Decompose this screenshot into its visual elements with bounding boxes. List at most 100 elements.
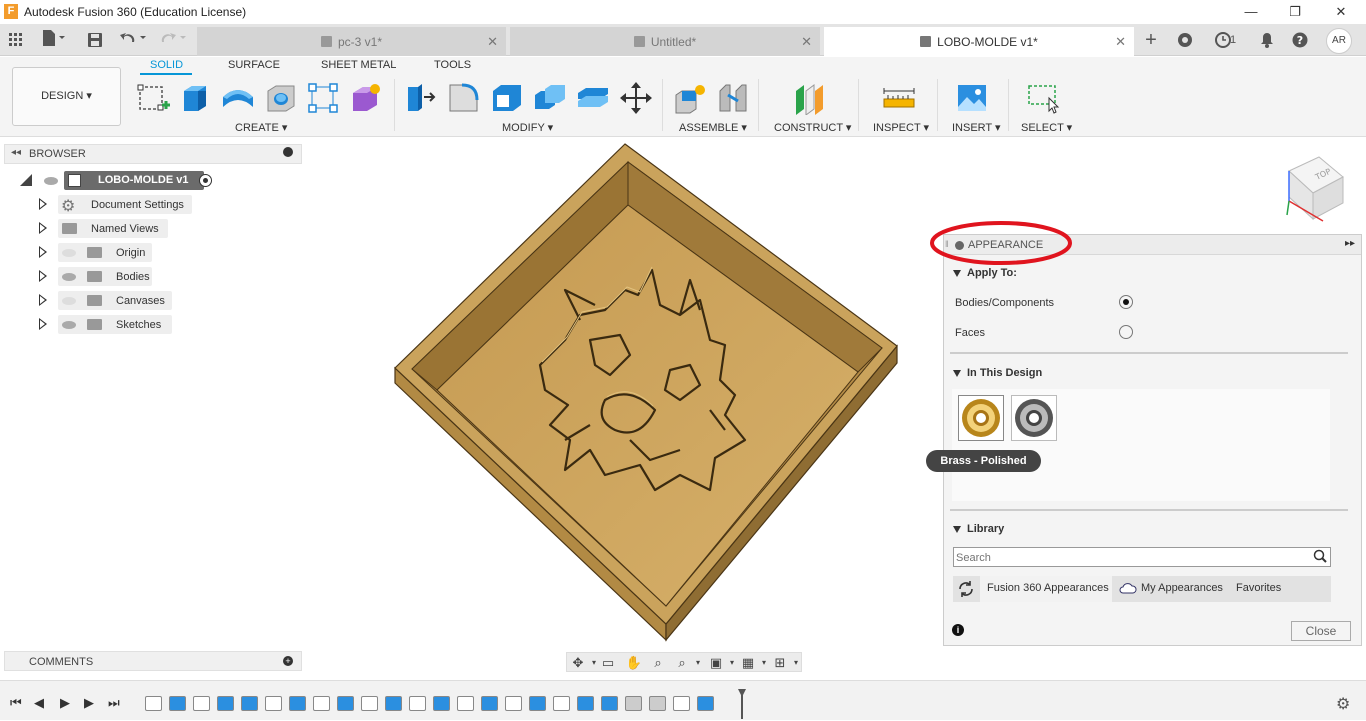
- browser-item-document-settings[interactable]: ⚙ Document Settings: [38, 195, 198, 215]
- modify-menu[interactable]: MODIFY ▾: [502, 121, 553, 134]
- browser-root-node[interactable]: LOBO-MOLDE v1: [20, 171, 220, 190]
- tab-untitled[interactable]: Untitled* ✕: [510, 27, 820, 56]
- step-forward-icon[interactable]: ▶: [84, 695, 94, 711]
- browser-item-named-views[interactable]: Named Views: [38, 219, 198, 238]
- help-icon[interactable]: ?: [1289, 30, 1311, 50]
- viewports-dropdown-icon[interactable]: ▾: [787, 655, 805, 670]
- tab-my-appearances[interactable]: My Appearances: [1141, 582, 1223, 594]
- visibility-eye-hidden-icon[interactable]: [62, 249, 76, 257]
- create-sketch-icon[interactable]: [136, 81, 170, 115]
- visibility-eye-icon[interactable]: [62, 321, 76, 329]
- expand-triangle-icon[interactable]: [39, 270, 47, 282]
- faces-radio[interactable]: [1119, 325, 1133, 339]
- timeline-feature-icon[interactable]: [625, 696, 642, 711]
- visibility-eye-hidden-icon[interactable]: [62, 297, 76, 305]
- offset-plane-icon[interactable]: [793, 81, 827, 116]
- tab-lobo-molde[interactable]: LOBO-MOLDE v1* ✕: [824, 27, 1134, 56]
- split-body-icon[interactable]: [576, 81, 610, 115]
- select-menu[interactable]: SELECT ▾: [1021, 121, 1072, 134]
- info-icon[interactable]: i: [952, 624, 964, 636]
- viewcube[interactable]: TOP: [1283, 155, 1349, 227]
- construct-menu[interactable]: CONSTRUCT ▾: [774, 121, 851, 134]
- tab-pc-3[interactable]: pc-3 v1* ✕: [197, 27, 506, 56]
- minimize-button[interactable]: —: [1228, 2, 1274, 22]
- fit-dropdown-icon[interactable]: ▾: [689, 655, 707, 670]
- new-component-icon[interactable]: [673, 81, 707, 115]
- go-to-end-icon[interactable]: ⏭: [108, 695, 120, 711]
- inspect-menu[interactable]: INSPECT ▾: [873, 121, 929, 134]
- expand-triangle-icon[interactable]: [39, 318, 47, 330]
- collapse-triangle-icon[interactable]: [20, 174, 32, 186]
- expand-dialog-icon[interactable]: ▸▸: [1345, 238, 1355, 249]
- close-tab-icon[interactable]: ✕: [487, 34, 498, 50]
- close-button[interactable]: Close: [1291, 621, 1351, 641]
- comments-panel-header[interactable]: COMMENTS +: [4, 651, 302, 671]
- press-pull-icon[interactable]: [404, 81, 438, 115]
- timeline-feature-icon[interactable]: [505, 696, 522, 711]
- appearance-swatch-brass[interactable]: [958, 395, 1004, 441]
- measure-icon[interactable]: [882, 81, 916, 115]
- search-icon[interactable]: [1313, 549, 1327, 566]
- insert-canvas-icon[interactable]: [955, 81, 989, 115]
- collapse-panel-icon[interactable]: ◂◂: [11, 147, 21, 158]
- tab-tools[interactable]: TOOLS: [434, 59, 471, 71]
- tab-sheet-metal[interactable]: SHEET METAL: [321, 59, 396, 71]
- window-select-icon[interactable]: [1026, 81, 1060, 115]
- timeline-feature-icon[interactable]: [649, 696, 666, 711]
- create-menu[interactable]: CREATE ▾: [235, 121, 287, 134]
- go-to-start-icon[interactable]: ⏮: [10, 695, 22, 711]
- timeline-feature-icon[interactable]: [193, 696, 210, 711]
- expand-triangle-icon[interactable]: [39, 246, 47, 258]
- combine-icon[interactable]: [533, 81, 567, 115]
- timeline-feature-icon[interactable]: [577, 696, 594, 711]
- timeline-feature-icon[interactable]: [385, 696, 402, 711]
- timeline-feature-icon[interactable]: [289, 696, 306, 711]
- zoom-icon[interactable]: ⌕: [649, 655, 667, 670]
- appearance-swatch-steel[interactable]: [1011, 395, 1057, 441]
- job-status-icon[interactable]: 1: [1208, 30, 1238, 50]
- visibility-eye-icon[interactable]: [62, 273, 76, 281]
- browser-item-sketches[interactable]: Sketches: [38, 315, 198, 334]
- timeline-feature-icon[interactable]: [553, 696, 570, 711]
- extensions-icon[interactable]: [1174, 30, 1196, 50]
- timeline-feature-icon[interactable]: [145, 696, 162, 711]
- library-search-input[interactable]: [956, 550, 1306, 565]
- timeline-feature-icon[interactable]: [433, 696, 450, 711]
- look-at-icon[interactable]: ▭: [599, 655, 617, 670]
- 3d-model-viewport[interactable]: [390, 140, 902, 644]
- library-search-field[interactable]: [953, 547, 1331, 567]
- step-back-icon[interactable]: ◀: [34, 695, 44, 711]
- timeline-feature-icon[interactable]: [697, 696, 714, 711]
- refresh-icon[interactable]: [957, 580, 975, 601]
- extrude-icon[interactable]: [178, 81, 212, 115]
- pan-hand-icon[interactable]: ✋: [625, 655, 643, 670]
- close-window-button[interactable]: ✕: [1318, 2, 1364, 22]
- tab-surface[interactable]: SURFACE: [228, 59, 280, 71]
- activate-component-icon[interactable]: [199, 174, 212, 187]
- notifications-bell-icon[interactable]: [1256, 30, 1278, 50]
- restore-button[interactable]: ❐: [1272, 2, 1318, 22]
- timeline-feature-icon[interactable]: [673, 696, 690, 711]
- pattern-icon[interactable]: [306, 81, 340, 115]
- undo-icon[interactable]: [118, 30, 150, 50]
- browser-item-origin[interactable]: Origin: [38, 243, 198, 262]
- bodies-components-radio[interactable]: [1119, 295, 1133, 309]
- new-tab-icon[interactable]: +: [1140, 30, 1162, 50]
- tab-favorites[interactable]: Favorites: [1236, 582, 1281, 594]
- shell-icon[interactable]: [490, 81, 524, 115]
- expand-triangle-icon[interactable]: [39, 294, 47, 306]
- add-comment-icon[interactable]: +: [283, 656, 293, 666]
- move-copy-icon[interactable]: [619, 81, 653, 115]
- timeline-feature-icon[interactable]: [313, 696, 330, 711]
- tab-fusion-360-appearances[interactable]: Fusion 360 Appearances: [980, 576, 1112, 602]
- tab-solid[interactable]: SOLID: [150, 59, 183, 71]
- expand-triangle-icon[interactable]: [39, 198, 47, 210]
- library-toggle-icon[interactable]: [953, 526, 961, 533]
- apply-to-toggle-icon[interactable]: [953, 270, 961, 277]
- timeline-feature-icon[interactable]: [169, 696, 186, 711]
- save-icon[interactable]: [84, 30, 106, 50]
- app-grid-icon[interactable]: [5, 30, 27, 50]
- timeline-feature-icon[interactable]: [361, 696, 378, 711]
- visibility-eye-icon[interactable]: [44, 177, 58, 185]
- browser-item-bodies[interactable]: Bodies: [38, 267, 198, 286]
